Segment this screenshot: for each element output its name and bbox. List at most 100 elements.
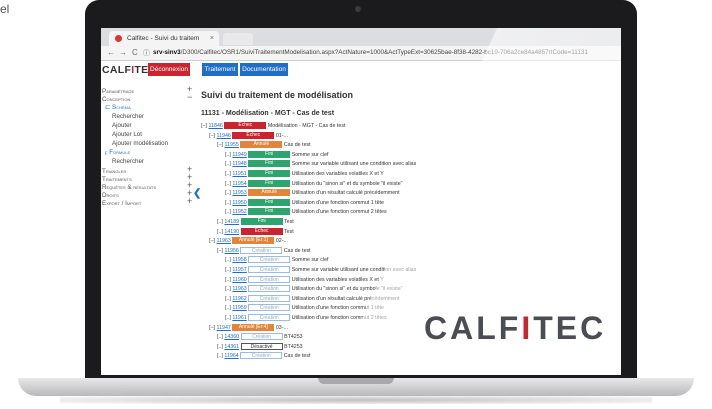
status-badge: Fini [248, 160, 291, 168]
expand-toggle[interactable]: [..] [225, 161, 231, 167]
status-badge: Création [248, 266, 291, 274]
expand-toggle[interactable]: [−] [217, 142, 223, 148]
expand-toggle[interactable]: [..] [217, 229, 223, 235]
treatment-description: Utilisation d'une fonction commut 1 tête [291, 199, 384, 206]
sidebar-item-droits[interactable]: Droits [102, 192, 119, 199]
treatment-id-link[interactable]: 11846 [209, 123, 223, 129]
reload-icon[interactable]: C [132, 48, 138, 57]
treatment-description: Utilisation d'une fonction commut 2 tête… [291, 209, 387, 216]
expand-toggle[interactable]: [−] [201, 123, 207, 129]
sidebar-item-ajouter-lot[interactable]: Ajouter Lot [112, 131, 142, 138]
treatment-description: Cas de test [283, 353, 311, 360]
minus-icon[interactable]: − [187, 92, 192, 102]
treatment-id-link[interactable]: 11949 [232, 152, 246, 158]
browser-tab[interactable]: Calfitec - Suivi du traitem × [109, 31, 219, 46]
tree-row: [..] 11953 Annulé Utilisation d'un résul… [225, 189, 400, 197]
expand-toggle[interactable]: [..] [217, 219, 223, 225]
schema-label: Schéma [112, 104, 131, 111]
deconnexion-button[interactable]: Déconnexion [148, 63, 190, 76]
sidebar-item-formule[interactable]: ƒ Formule [105, 149, 130, 156]
treatment-id-link[interactable]: 11953 [232, 190, 246, 196]
expand-toggle[interactable]: [−] [217, 248, 223, 254]
expand-toggle[interactable]: [..] [225, 315, 231, 321]
status-badge: Annulé [Er:4] [232, 323, 275, 331]
treatment-id-link[interactable]: 11960 [232, 277, 246, 283]
tree-row: [..] 11960 Création Utilisation des vari… [225, 275, 384, 284]
expand-toggle[interactable]: [..] [217, 334, 223, 340]
camera-dot [355, 6, 361, 12]
treatment-id-link[interactable]: 11947 [217, 325, 231, 331]
treatment-id-link[interactable]: 11946 [217, 133, 231, 139]
treatment-id-link[interactable]: 11961 [232, 315, 246, 321]
sidebar-item-rechercher[interactable]: Rechercher [112, 113, 144, 120]
treatment-id-link[interactable]: 11957 [232, 267, 246, 273]
treatment-id-link[interactable]: 11963 [217, 238, 231, 244]
expand-toggle[interactable]: [..] [225, 200, 231, 206]
expand-toggle[interactable]: [−] [209, 325, 215, 331]
treatment-description: Cas de test [283, 247, 311, 254]
back-icon[interactable]: ← [107, 48, 115, 57]
treatment-id-link[interactable]: 11959 [232, 305, 246, 311]
expand-toggle[interactable]: [..] [217, 353, 223, 359]
treatment-description: Somme sur clef [291, 257, 329, 264]
treatment-id-link[interactable]: 14361 [224, 344, 239, 350]
expand-toggle[interactable]: [..] [225, 286, 231, 292]
status-badge: Echec [224, 122, 267, 130]
expand-toggle[interactable]: [..] [225, 209, 231, 215]
sidebar-item-ajouter-modelisation[interactable]: Ajouter modélisation [112, 140, 168, 147]
expand-toggle[interactable]: [..] [225, 181, 231, 187]
treatment-id-link[interactable]: 11958 [232, 257, 246, 263]
forward-icon[interactable]: → [119, 48, 127, 57]
expand-toggle[interactable]: [..] [225, 267, 231, 273]
sidebar-item-rechercher-formule[interactable]: Rechercher [112, 158, 144, 165]
treatment-id-link[interactable]: 11956 [225, 248, 239, 254]
expand-toggle[interactable]: [..] [225, 171, 231, 177]
tree-row: [..] 11957 Création Somme sur variable u… [225, 266, 416, 274]
plus-icon[interactable]: + [187, 196, 192, 206]
sidebar-item-export[interactable]: Export / Import [102, 200, 141, 207]
sidebar-item-conception[interactable]: Conception [102, 96, 130, 103]
expand-toggle[interactable]: [−] [209, 133, 215, 139]
treatment-id-link[interactable]: 11955 [225, 142, 239, 148]
sidebar-item-schema[interactable]: ⊏ Schéma [105, 104, 131, 111]
app-header: CALFITEC Déconnexion Traitement Document… [101, 61, 621, 78]
treatment-id-link[interactable]: 14360 [224, 334, 239, 340]
tree-row: [..] 11961 Création Utilisation d'une fo… [225, 314, 387, 322]
info-icon[interactable]: ⓘ [143, 48, 150, 58]
treatment-id-link[interactable]: 11963 [232, 286, 246, 292]
traitement-button[interactable]: Traitement [202, 63, 238, 76]
expand-toggle[interactable]: [..] [225, 305, 231, 311]
expand-toggle[interactable]: [..] [225, 277, 231, 283]
new-tab-button[interactable] [223, 33, 253, 45]
expand-toggle[interactable]: [..] [225, 257, 231, 263]
sidebar-item-triangles[interactable]: Triangles [102, 168, 126, 175]
expand-toggle[interactable]: [..] [217, 344, 223, 350]
tab-close-icon[interactable]: × [210, 31, 214, 46]
treatment-id-link[interactable]: 11954 [232, 181, 246, 187]
treatment-description: Somme sur variable utilisant une conditi… [291, 267, 417, 273]
sidebar-item-ajouter[interactable]: Ajouter [112, 122, 132, 129]
documentation-button[interactable]: Documentation [240, 63, 288, 76]
tree-row: [..] 14361 Désactivé BT4253 [217, 342, 303, 351]
treatment-id-link[interactable]: 11951 [232, 171, 246, 177]
sidebar-item-requetes[interactable]: Requêtes & résultats [102, 184, 156, 191]
sidebar-item-traitements[interactable]: Traitements [102, 176, 132, 183]
treatment-id-link[interactable]: 11962 [232, 296, 246, 302]
treatment-description: 02-... [275, 238, 288, 245]
treatment-id-link[interactable]: 14190 [224, 229, 239, 235]
treatment-id-link[interactable]: 11964 [224, 353, 238, 359]
status-badge: Création [240, 352, 283, 360]
treatment-id-link[interactable]: 11948 [232, 161, 246, 167]
expand-toggle[interactable]: [..] [225, 152, 231, 158]
tree-row: [..] 11950 Fini Utilisation d'une foncti… [225, 198, 384, 207]
treatment-id-link[interactable]: 11950 [232, 200, 246, 206]
expand-toggle[interactable]: [−] [209, 238, 215, 244]
url-field[interactable]: srv-sinv3/D300/Calfitec/OSR1/SuiviTraite… [153, 47, 613, 59]
treatment-id-link[interactable]: 11952 [232, 209, 246, 215]
expand-toggle[interactable]: [..] [225, 296, 231, 302]
watermark-part-end: TEC [533, 310, 607, 346]
tab-title: Calfitec - Suivi du traitem [127, 35, 200, 42]
expand-toggle[interactable]: [..] [225, 190, 231, 196]
treatment-id-link[interactable]: 14189 [224, 219, 239, 225]
sidebar-item-parametrage[interactable]: Paramétrage [102, 88, 134, 95]
